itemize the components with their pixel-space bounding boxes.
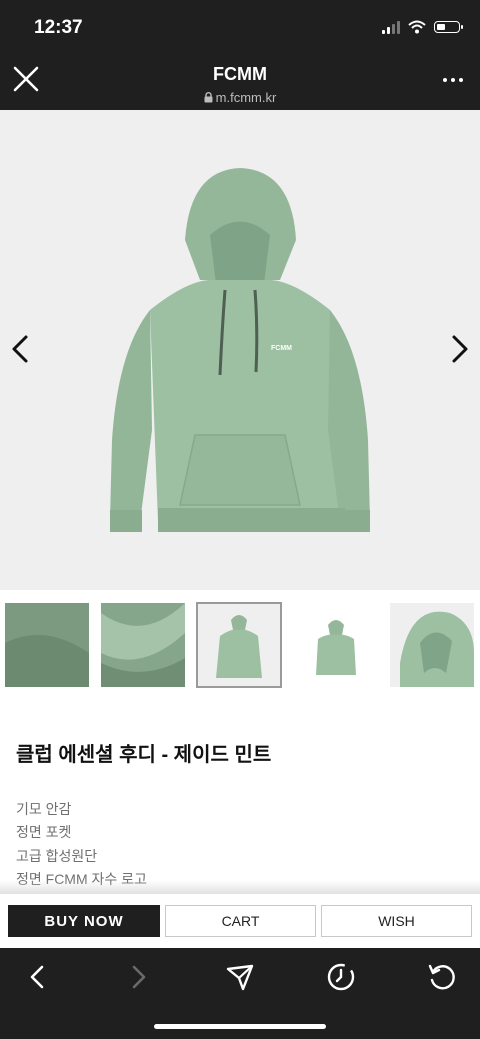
reload-icon[interactable]	[425, 960, 459, 994]
thumbnail-hood-closeup[interactable]	[390, 603, 474, 687]
thumbnail-side[interactable]	[294, 603, 378, 687]
hoodie-logo: FCMM	[271, 345, 292, 352]
site-title: FCMM	[213, 64, 267, 84]
home-indicator[interactable]	[154, 1024, 326, 1029]
wifi-icon	[408, 20, 426, 34]
wish-button[interactable]: WISH	[321, 905, 472, 937]
lock-icon	[204, 92, 213, 103]
status-time: 12:37	[34, 17, 83, 38]
feature-item: 기모 안감	[16, 801, 72, 817]
history-icon[interactable]	[324, 960, 358, 994]
url-text: m.fcmm.kr	[215, 90, 277, 105]
cart-button[interactable]: CART	[165, 905, 316, 937]
share-icon[interactable]	[223, 960, 257, 994]
forward-icon[interactable]	[121, 960, 155, 994]
signal-icon	[382, 20, 400, 34]
chevron-left-icon[interactable]	[6, 333, 36, 365]
product-main-image: FCMM	[0, 110, 480, 590]
back-icon[interactable]	[21, 960, 55, 994]
chevron-right-icon[interactable]	[444, 333, 474, 365]
site-url: m.fcmm.kr	[0, 90, 480, 105]
thumbnail-fabric-closeup[interactable]	[5, 603, 89, 687]
status-icons	[382, 20, 463, 34]
more-icon[interactable]	[442, 70, 464, 90]
feature-item: 정면 포켓	[16, 824, 72, 840]
feature-item: 고급 합성원단	[16, 848, 98, 864]
thumbnail-front-selected[interactable]	[196, 602, 282, 688]
hoodie-image: FCMM	[110, 168, 370, 532]
thumbnail-fabric-fold[interactable]	[101, 603, 185, 687]
battery-icon	[434, 21, 463, 33]
buy-now-button[interactable]: BUY NOW	[8, 905, 160, 937]
product-title: 클럽 에센셜 후디 - 제이드 민트	[16, 744, 272, 766]
